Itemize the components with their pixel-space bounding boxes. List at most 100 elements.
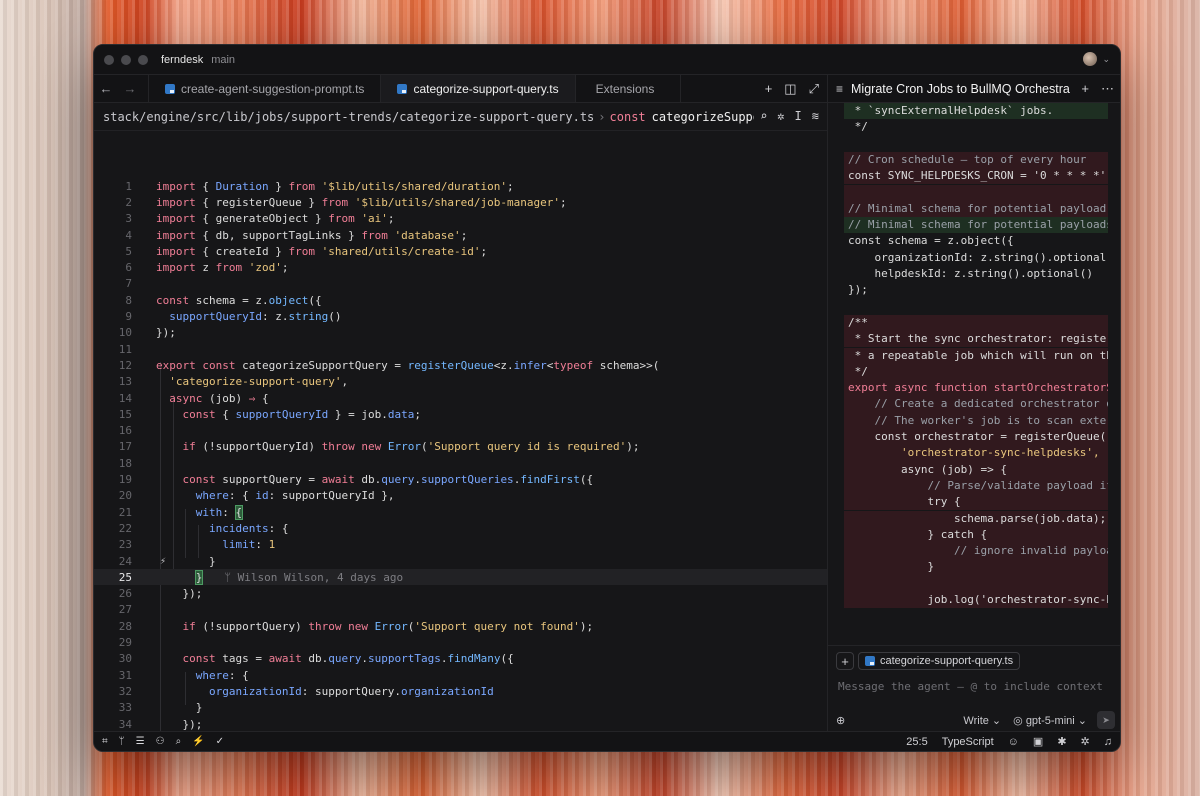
- diff-line: */: [848, 120, 868, 134]
- title-bar: ferndesk main ⌄: [94, 45, 1120, 75]
- code-line: 3 import { generateObject } from 'ai';: [125, 212, 395, 226]
- terminal-icon[interactable]: ▣: [1033, 735, 1043, 748]
- expand-icon[interactable]: ⤢: [809, 81, 819, 97]
- diff-line: // Minimal schema for potential payload …: [844, 200, 1108, 218]
- code-line: 17 if (!supportQueryId) throw new Error(…: [118, 440, 640, 454]
- diff-line: 'orchestrator-sync-helpdesks',: [844, 445, 1108, 462]
- diff-line: // Cron schedule – top of every hour: [844, 151, 1108, 169]
- typescript-file-icon: [865, 656, 875, 666]
- menu-icon[interactable]: ≡: [836, 82, 843, 96]
- tab-extensions[interactable]: Extensions: [576, 75, 682, 102]
- diff-line: organizationId: z.string().optional(),: [848, 250, 1108, 264]
- minimize-window-button[interactable]: [121, 54, 131, 65]
- code-line: 28 if (!supportQuery) throw new Error('S…: [118, 619, 594, 633]
- avatar[interactable]: [1083, 52, 1098, 66]
- code-line: 9 supportQueryId: z.string(): [125, 310, 342, 324]
- code-line: 7: [125, 277, 132, 291]
- chevron-down-icon: ⌄: [1102, 53, 1110, 64]
- app-name: ferndesk: [161, 53, 204, 66]
- code-line: 5 import { createId } from 'shared/utils/…: [125, 244, 488, 258]
- diff-line: // Parse/validate payload if p: [844, 477, 1108, 495]
- diff-line: // Minimal schema for potential payloads…: [844, 217, 1108, 234]
- search-icon[interactable]: ⌕: [176, 736, 182, 747]
- context-file-chip[interactable]: categorize-support-query.ts: [858, 652, 1021, 670]
- cursor-icon[interactable]: I: [795, 109, 802, 123]
- plus-icon[interactable]: +: [765, 81, 773, 96]
- code-line: 13 'categorize-support-query',: [118, 375, 349, 389]
- code-line: 8 const schema = z.object({: [125, 293, 322, 307]
- code-line: 31 where: {: [118, 668, 249, 682]
- current-code-line: 25 } ᛘ Wilson Wilson, 4 days ago: [94, 569, 827, 586]
- agent-composer: + categorize-support-query.ts Message th…: [828, 645, 1120, 733]
- arrow-left-icon[interactable]: ←: [94, 75, 118, 102]
- code-line: 18: [118, 456, 132, 470]
- code-editor[interactable]: 1 import { Duration } from '$lib/utils/sh…: [94, 131, 827, 733]
- code-line: 12 export const categorizeSupportQuery = …: [118, 358, 660, 372]
- plus-icon[interactable]: +: [1081, 81, 1089, 97]
- add-context-button[interactable]: +: [836, 652, 854, 670]
- code-line: 24 ⚡ }: [118, 554, 216, 568]
- mention-icon[interactable]: ⊕: [836, 714, 845, 727]
- debug-icon[interactable]: ✱: [1057, 735, 1066, 748]
- sparkle-icon[interactable]: ✲: [777, 109, 784, 123]
- typescript-file-icon: [165, 83, 175, 94]
- code-line: 21 with: {: [118, 504, 244, 520]
- code-line: 2 import { registerQueue } from '$lib/uti…: [125, 195, 567, 209]
- blame-annotation[interactable]: ᛘ Wilson Wilson, 4 days ago: [224, 571, 403, 584]
- sparkle-icon[interactable]: ✲: [1081, 735, 1090, 748]
- diff-line: });: [848, 283, 868, 297]
- code-line: 27: [118, 603, 132, 617]
- check-icon[interactable]: ✓: [216, 736, 224, 747]
- tab-label: categorize-support-query.ts: [413, 81, 559, 96]
- send-button[interactable]: ➤: [1097, 711, 1115, 729]
- breadcrumb-path[interactable]: stack/engine/src/lib/jobs/support-trends…: [103, 110, 594, 124]
- diff-line: // ignore invalid payloads: [844, 543, 1108, 560]
- diff-line: const SYNC_HELPDESKS_CRON = '0 * * * *';: [844, 168, 1108, 185]
- more-icon[interactable]: ⋯: [1101, 81, 1114, 97]
- editor-tab-bar: ← → create-agent-suggestion-prompt.ts ca…: [94, 75, 827, 103]
- mode-select[interactable]: Write ⌄: [963, 714, 1001, 727]
- tab-label: create-agent-suggestion-prompt.ts: [181, 81, 365, 96]
- diff-line: [844, 299, 1108, 315]
- users-icon[interactable]: ⚇: [156, 736, 165, 747]
- code-line: 23 limit: 1: [118, 538, 276, 552]
- diff-line: [844, 575, 1108, 592]
- copilot-icon[interactable]: ☺: [1008, 736, 1019, 748]
- sliders-icon[interactable]: ≋: [812, 109, 819, 123]
- tab-categorize-support-query[interactable]: categorize-support-query.ts: [381, 75, 576, 102]
- tab-create-agent-suggestion-prompt[interactable]: create-agent-suggestion-prompt.ts: [148, 75, 382, 102]
- context-file-label: categorize-support-query.ts: [880, 655, 1014, 667]
- git-branch-icon[interactable]: ᛘ: [119, 736, 125, 747]
- maximize-window-button[interactable]: [138, 54, 148, 65]
- model-select[interactable]: ◎ gpt-5-mini ⌄: [1013, 714, 1087, 727]
- close-window-button[interactable]: [104, 54, 114, 65]
- typescript-file-icon: [397, 83, 408, 94]
- diff-line: // Create a dedicated orchestrator que: [844, 396, 1108, 413]
- diff-line: schema.parse(job.data);: [844, 510, 1108, 527]
- tab-label: Extensions: [595, 81, 655, 96]
- split-icon[interactable]: ◫: [784, 81, 796, 97]
- arrow-right-icon[interactable]: →: [118, 75, 142, 102]
- branch-name[interactable]: main: [211, 54, 235, 66]
- outline-icon[interactable]: ☰: [136, 736, 145, 747]
- language-mode[interactable]: TypeScript: [942, 736, 994, 748]
- lightning-icon[interactable]: ⚡: [192, 736, 204, 747]
- editor-window: ferndesk main ⌄ ← → create-agent-suggest…: [93, 44, 1121, 752]
- cursor-position[interactable]: 25:5: [906, 736, 927, 748]
- diff-line: * a repeatable job which will run on the: [844, 347, 1108, 364]
- code-line: 15 const { supportQueryId } = job.data;: [118, 407, 421, 421]
- diff-line: [844, 184, 1108, 201]
- diff-line: export async function startOrchestratorS…: [844, 380, 1108, 397]
- code-line: 14 async (job) ⇒ {: [118, 391, 269, 405]
- bell-icon[interactable]: ♫: [1104, 736, 1112, 748]
- layout-icon[interactable]: ⌗: [102, 736, 108, 747]
- search-icon[interactable]: ⌕: [760, 109, 767, 123]
- diff-line: const orchestrator = registerQueue(: [844, 429, 1108, 446]
- agent-diff-view[interactable]: * `syncExternalHelpdesk` jobs. */ // Cro…: [844, 103, 1108, 644]
- status-bar: ⌗ ᛘ ☰ ⚇ ⌕ ⚡ ✓ 25:5 TypeScript ☺ ▣ ✱ ✲ ♫: [94, 731, 1120, 751]
- agent-title[interactable]: Migrate Cron Jobs to BullMQ Orchestra: [851, 82, 1073, 96]
- diff-line: // The worker's job is to scan externa: [844, 412, 1108, 429]
- account-menu[interactable]: ⌄: [1083, 52, 1110, 66]
- code-line: 30 const tags = await db.query.supportTa…: [118, 652, 514, 666]
- agent-message-input[interactable]: Message the agent – @ to include context: [828, 676, 1120, 697]
